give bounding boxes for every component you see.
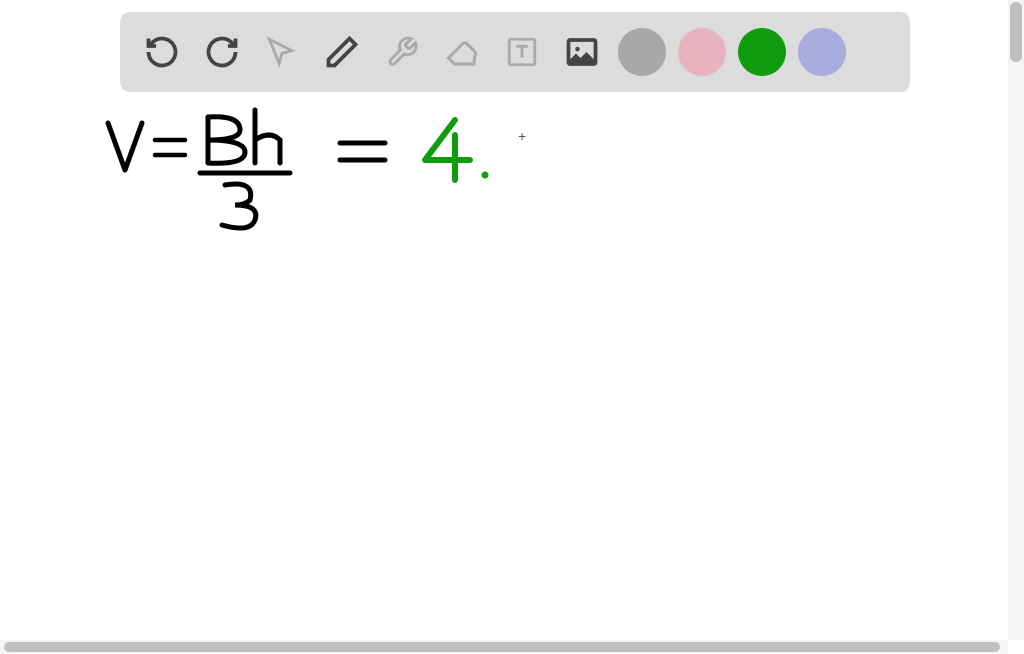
pointer-button[interactable]	[258, 28, 306, 76]
pencil-button[interactable]	[318, 28, 366, 76]
color-green[interactable]	[738, 28, 786, 76]
tools-icon	[385, 35, 419, 69]
redo-icon	[204, 34, 240, 70]
vertical-scrollbar-thumb[interactable]	[1010, 2, 1022, 62]
redo-button[interactable]	[198, 28, 246, 76]
drawing-toolbar	[120, 12, 910, 92]
horizontal-scrollbar[interactable]	[0, 640, 1008, 654]
text-button[interactable]	[498, 28, 546, 76]
handwritten-equation	[100, 105, 620, 245]
color-gray[interactable]	[618, 28, 666, 76]
tools-button[interactable]	[378, 28, 426, 76]
pencil-icon	[324, 34, 360, 70]
eraser-button[interactable]	[438, 28, 486, 76]
image-icon	[564, 34, 600, 70]
undo-icon	[144, 34, 180, 70]
pointer-icon	[265, 35, 299, 69]
undo-button[interactable]	[138, 28, 186, 76]
eraser-icon	[444, 34, 480, 70]
horizontal-scrollbar-thumb[interactable]	[4, 642, 1000, 652]
color-pink[interactable]	[678, 28, 726, 76]
drawing-canvas[interactable]: +	[0, 100, 1024, 640]
crosshair-cursor: +	[518, 128, 526, 144]
text-icon	[505, 35, 539, 69]
color-lavender[interactable]	[798, 28, 846, 76]
vertical-scrollbar[interactable]	[1008, 0, 1024, 640]
image-button[interactable]	[558, 28, 606, 76]
